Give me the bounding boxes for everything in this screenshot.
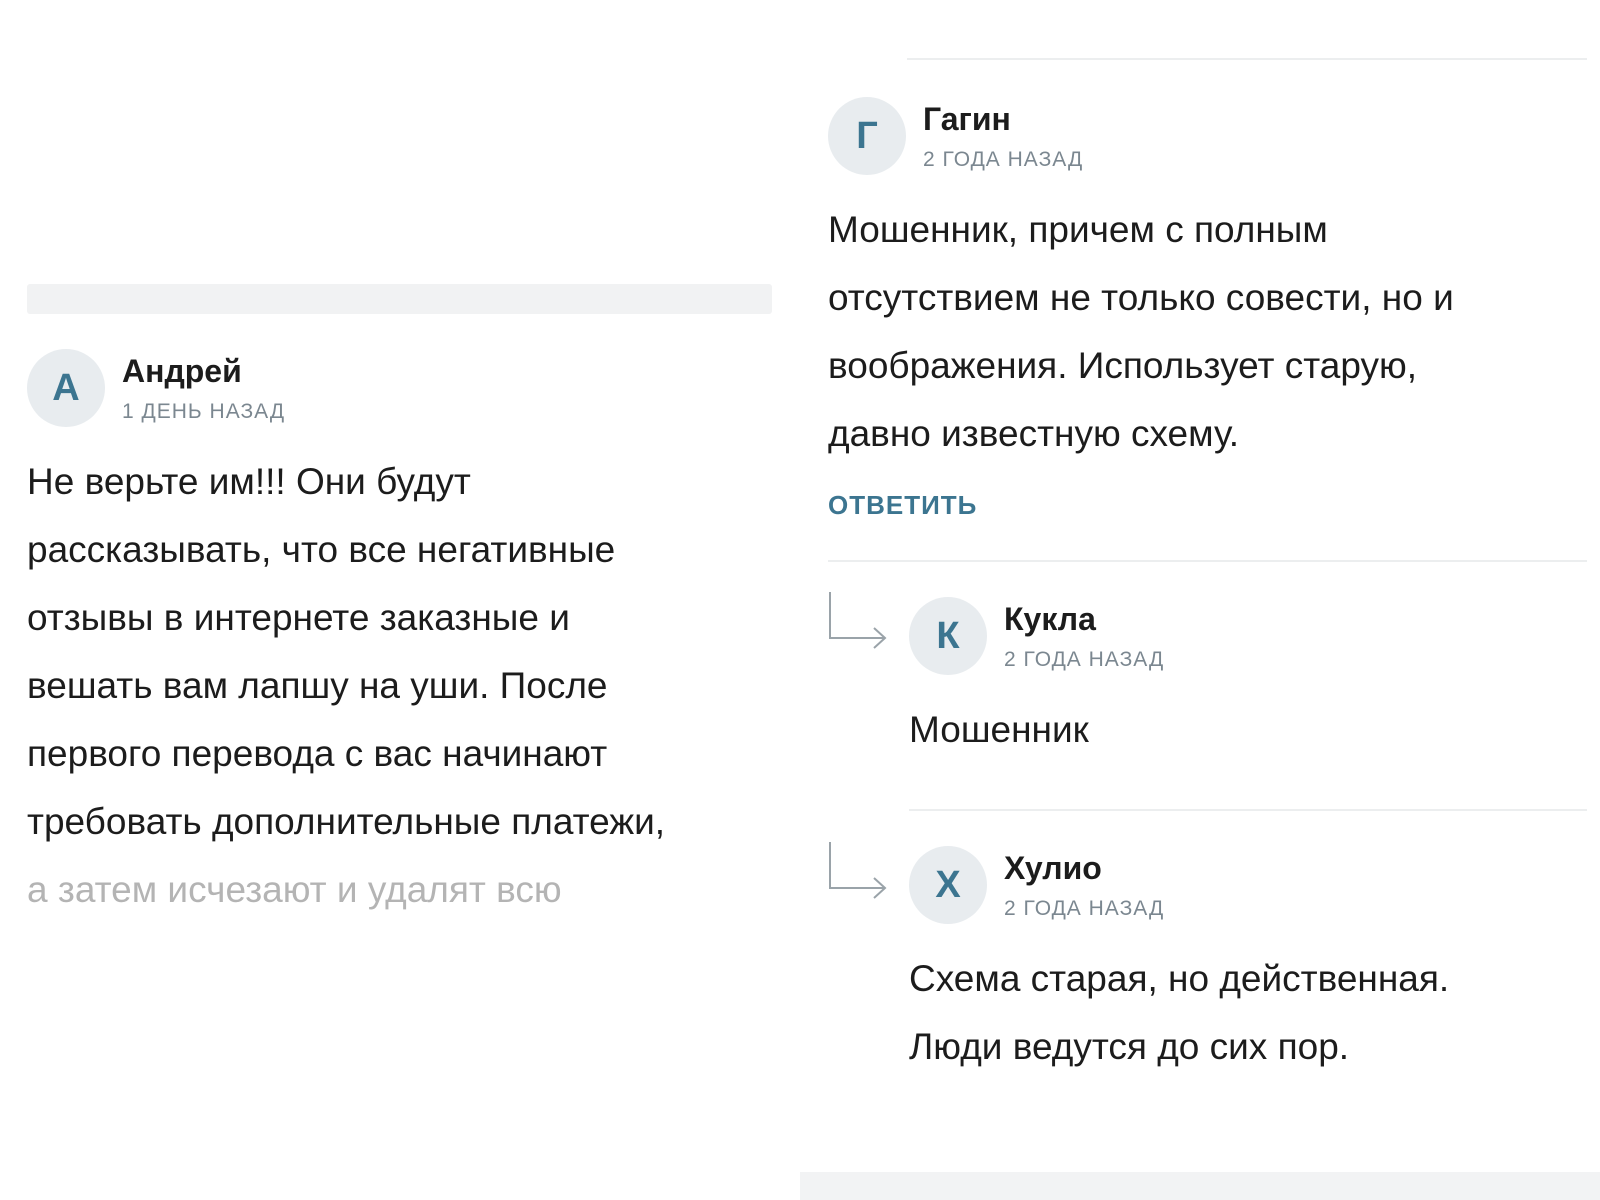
comment-author[interactable]: Гагин (923, 99, 1083, 139)
comment-text-gagin: Мошенник, причем с полным отсутствием не… (828, 196, 1588, 468)
avatar: Х (909, 846, 987, 924)
comment-text-line: Схема старая, но действенная. (909, 958, 1450, 999)
comment-text-line: отзывы в интернете заказные и (27, 597, 570, 638)
bottom-bar (800, 1172, 1600, 1200)
divider (909, 809, 1587, 811)
comment-text-line: вешать вам лапшу на уши. После (27, 665, 608, 706)
reply-arrow-icon (829, 842, 887, 899)
comment-meta: Андрей 1 ДЕНЬ НАЗАД (122, 349, 285, 425)
comment-text-hulio: Схема старая, но действенная. Люди ведут… (909, 945, 1589, 1081)
divider (907, 58, 1587, 60)
comment-meta: Хулио 2 ГОДА НАЗАД (1004, 846, 1164, 922)
comment-header-gagin: Г Гагин 2 ГОДА НАЗАД (828, 97, 1083, 175)
avatar: Г (828, 97, 906, 175)
comment-text-line: Мошенник (909, 709, 1089, 750)
comment-author[interactable]: Хулио (1004, 848, 1164, 888)
comments-screenshot: А Андрей 1 ДЕНЬ НАЗАД Не верьте им!!! Он… (0, 0, 1600, 1200)
divider (828, 560, 1587, 562)
comment-text-line: первого перевода с вас начинают (27, 733, 608, 774)
comment-text-andrey: Не верьте им!!! Они будут рассказывать, … (27, 448, 787, 924)
comment-text-line: воображения. Использует старую, (828, 345, 1418, 386)
comment-author[interactable]: Андрей (122, 351, 285, 391)
comment-text-line: отсутствием не только совести, но и (828, 277, 1454, 318)
comment-time: 2 ГОДА НАЗАД (1004, 648, 1165, 671)
avatar: К (909, 597, 987, 675)
avatar: А (27, 349, 105, 427)
comment-author[interactable]: Кукла (1004, 599, 1164, 639)
comment-header-hulio: Х Хулио 2 ГОДА НАЗАД (909, 846, 1164, 924)
comment-time: 2 ГОДА НАЗАД (1004, 897, 1165, 920)
comment-header-kukla: К Кукла 2 ГОДА НАЗАД (909, 597, 1164, 675)
comment-text-faded-line: а затем исчезают и удалят всю (27, 869, 562, 910)
separator-bar (27, 284, 772, 314)
comment-text-line: Мошенник, причем с полным (828, 209, 1328, 250)
comment-text-line: давно известную схему. (828, 413, 1240, 454)
reply-button[interactable]: ОТВЕТИТЬ (828, 490, 977, 521)
comment-time: 2 ГОДА НАЗАД (923, 148, 1084, 171)
comment-meta: Гагин 2 ГОДА НАЗАД (923, 97, 1083, 173)
comment-text-line: Не верьте им!!! Они будут (27, 461, 471, 502)
comment-time: 1 ДЕНЬ НАЗАД (122, 400, 286, 423)
comment-text-line: требовать дополнительные платежи, (27, 801, 666, 842)
comment-header-andrey: А Андрей 1 ДЕНЬ НАЗАД (27, 349, 285, 427)
comment-text-line: рассказывать, что все негативные (27, 529, 616, 570)
comment-meta: Кукла 2 ГОДА НАЗАД (1004, 597, 1164, 673)
comment-text-kukla: Мошенник (909, 696, 1589, 764)
comment-text-line: Люди ведутся до сих пор. (909, 1026, 1350, 1067)
reply-arrow-icon (829, 592, 887, 649)
